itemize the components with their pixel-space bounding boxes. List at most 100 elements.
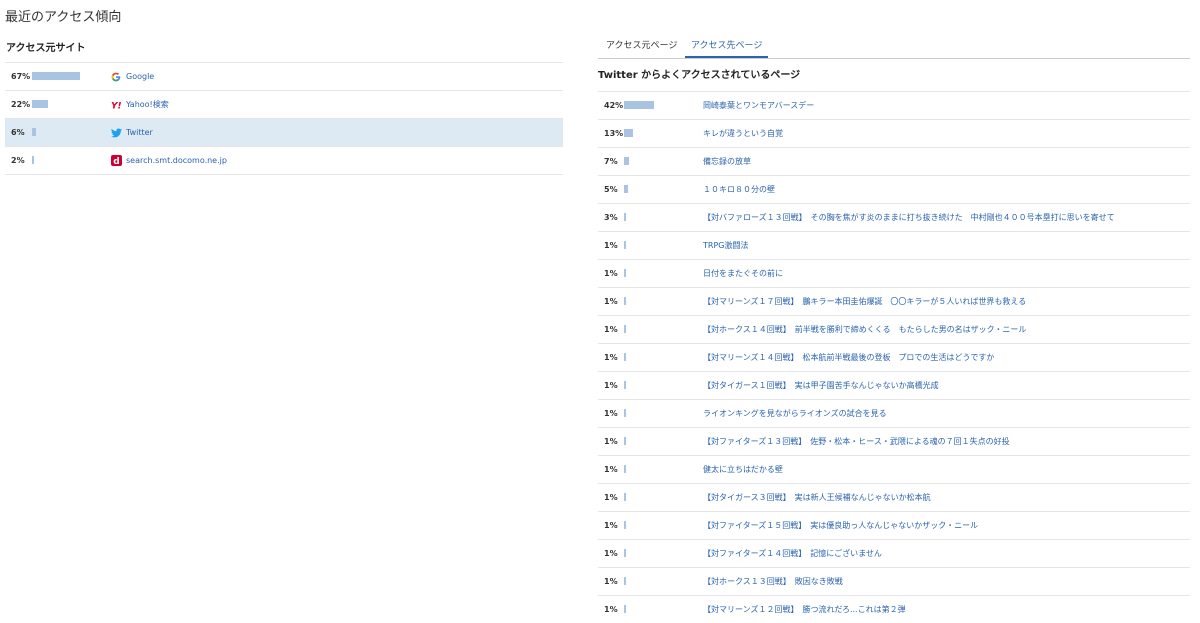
percent-label: 1% — [604, 353, 618, 362]
referrer-site-row[interactable]: 6% Twitter — [5, 118, 563, 146]
page-link[interactable]: ライオンキングを見ながらライオンズの試合を見る — [703, 400, 887, 427]
site-link[interactable]: Google — [110, 63, 154, 90]
destination-page-row: 1% 【対ホークス１３回戦】 敗因なき敗戦 — [598, 567, 1190, 595]
site-name: Twitter — [126, 128, 153, 137]
page-link[interactable]: 【対バファローズ１３回戦】 その胸を焦がす炎のままに打ち抜き続けた 中村剛也４０… — [703, 204, 1115, 231]
google-icon — [110, 71, 122, 83]
page-link[interactable]: 健太に立ちはだかる壁 — [703, 456, 783, 483]
site-name: search.smt.docomo.ne.jp — [126, 156, 227, 165]
percent-bar — [624, 521, 626, 529]
percent-bar — [624, 577, 626, 585]
site-link[interactable]: d search.smt.docomo.ne.jp — [110, 147, 227, 174]
page-link[interactable]: 【対マリーンズ１２回戦】 勝つ流れだろ...これは第２弾 — [703, 596, 906, 623]
destination-page-row: 1% ライオンキングを見ながらライオンズの試合を見る — [598, 399, 1190, 427]
percent-label: 1% — [604, 297, 618, 306]
destination-page-row: 1% 【対ファイターズ１３回戦】 佐野・松本・ヒース・武隈による魂の７回１失点の好… — [598, 427, 1190, 455]
percent-label: 1% — [604, 521, 618, 530]
percent-bar — [624, 409, 626, 417]
site-link[interactable]: Y! Yahoo!検索 — [110, 91, 169, 118]
percent-label: 3% — [604, 213, 618, 222]
page-link[interactable]: 備忘録の放草 — [703, 148, 751, 175]
destination-page-row: 1% TRPG激闘法 — [598, 231, 1190, 259]
page-link[interactable]: １０キロ８０分の壁 — [703, 176, 775, 203]
percent-bar — [624, 185, 628, 193]
page-link[interactable]: 【対ホークス１３回戦】 敗因なき敗戦 — [703, 568, 843, 595]
destination-page-row: 13% キレが違うという自覚 — [598, 119, 1190, 147]
page-link[interactable]: 【対ファイターズ１３回戦】 佐野・松本・ヒース・武隈による魂の７回１失点の好投 — [703, 428, 1010, 455]
percent-label: 6% — [11, 128, 25, 137]
referrer-site-row[interactable]: 22% Y! Yahoo!検索 — [5, 90, 563, 118]
tab-source-pages[interactable]: アクセス元ページ — [606, 36, 677, 57]
destination-page-row: 3% 【対バファローズ１３回戦】 その胸を焦がす炎のままに打ち抜き続けた 中村剛也… — [598, 203, 1190, 231]
page-link[interactable]: 【対マリーンズ１４回戦】 松本航前半戦最後の登板 プロでの生活はどうですか — [703, 344, 994, 371]
percent-label: 1% — [604, 605, 618, 614]
page-link[interactable]: 【対マリーンズ１７回戦】 鵬キラー本田圭佑爆誕 〇〇キラーが５人いれば世界も救え… — [703, 288, 1026, 315]
site-link[interactable]: Twitter — [110, 119, 153, 146]
percent-bar — [624, 325, 626, 333]
percent-label: 1% — [604, 241, 618, 250]
percent-bar — [624, 381, 626, 389]
percent-label: 5% — [604, 185, 618, 194]
percent-bar — [32, 100, 48, 108]
percent-bar — [624, 549, 626, 557]
percent-label: 22% — [11, 100, 31, 109]
docomo-icon: d — [110, 155, 122, 167]
referrer-sites-panel: アクセス元サイト 67% Google 22% Y! Yahoo!検索 6% Twitter… — [5, 36, 563, 175]
percent-bar — [624, 241, 626, 249]
page-link[interactable]: 【対タイガース１回戦】 実は甲子園苦手なんじゃないか高橋光成 — [703, 372, 939, 399]
destination-page-row: 7% 備忘録の放草 — [598, 147, 1190, 175]
percent-label: 2% — [11, 156, 25, 165]
percent-label: 67% — [11, 72, 31, 81]
percent-label: 1% — [604, 437, 618, 446]
percent-bar — [624, 353, 626, 361]
destination-pages-list: 42% 岡崎泰葉とワンモアバースデー 13% キレが違うという自覚 7% 備忘録の放草 5%… — [598, 91, 1190, 623]
site-name: Yahoo!検索 — [126, 100, 169, 109]
referrer-site-row[interactable]: 2% d search.smt.docomo.ne.jp — [5, 146, 563, 175]
percent-label: 42% — [604, 101, 624, 110]
percent-label: 1% — [604, 549, 618, 558]
page-link[interactable]: 【対タイガース３回戦】 実は新人王候補なんじゃないか松本航 — [703, 484, 931, 511]
destination-page-row: 1% 【対ホークス１４回戦】 前半戦を勝利で締めくくる もたらした男の名はザック・… — [598, 315, 1190, 343]
site-name: Google — [126, 72, 155, 81]
percent-label: 1% — [604, 381, 618, 390]
destination-page-row: 1% 日付をまたぐその前に — [598, 259, 1190, 287]
destination-pages-title: Twitter からよくアクセスされているページ — [598, 70, 801, 81]
page-link[interactable]: 【対ファイターズ１５回戦】 実は優良助っ人なんじゃないかザック・ニール — [703, 512, 978, 539]
percent-bar — [624, 269, 626, 277]
percent-bar — [624, 493, 626, 501]
percent-label: 1% — [604, 465, 618, 474]
percent-label: 1% — [604, 325, 618, 334]
svg-text:d: d — [113, 157, 119, 166]
page-title: 最近のアクセス傾向 — [5, 10, 122, 25]
destination-page-row: 1% 【対ファイターズ１４回戦】 記憶にございません — [598, 539, 1190, 567]
percent-label: 1% — [604, 269, 618, 278]
percent-label: 13% — [604, 129, 624, 138]
percent-bar — [32, 128, 36, 136]
page-link[interactable]: TRPG激闘法 — [703, 232, 748, 259]
tab-destination-pages[interactable]: アクセス先ページ — [685, 36, 769, 58]
page-link[interactable]: 【対ファイターズ１４回戦】 記憶にございません — [703, 540, 882, 567]
page-link[interactable]: 【対ホークス１４回戦】 前半戦を勝利で締めくくる もたらした男の名はザック・ニー… — [703, 316, 1026, 343]
percent-bar — [624, 297, 626, 305]
destination-page-row: 1% 【対マリーンズ１４回戦】 松本航前半戦最後の登板 プロでの生活はどうですか — [598, 343, 1190, 371]
page-link[interactable]: 日付をまたぐその前に — [703, 260, 783, 287]
destination-page-row: 1% 【対マリーンズ１７回戦】 鵬キラー本田圭佑爆誕 〇〇キラーが５人いれば世界も… — [598, 287, 1190, 315]
percent-label: 7% — [604, 157, 618, 166]
percent-bar — [624, 213, 626, 221]
referrer-sites-title: アクセス元サイト — [6, 43, 86, 54]
destination-page-row: 42% 岡崎泰葉とワンモアバースデー — [598, 91, 1190, 119]
percent-bar — [32, 72, 80, 80]
tab-bar: アクセス元ページ アクセス先ページ — [598, 36, 1190, 59]
percent-bar — [32, 156, 34, 164]
destination-page-row: 1% 【対タイガース３回戦】 実は新人王候補なんじゃないか松本航 — [598, 483, 1190, 511]
svg-text:Y!: Y! — [111, 101, 122, 110]
page-link[interactable]: キレが違うという自覚 — [703, 120, 783, 147]
yahoo-icon: Y! — [110, 99, 122, 111]
referrer-sites-list: 67% Google 22% Y! Yahoo!検索 6% Twitter 2% d search… — [5, 62, 563, 175]
page-link[interactable]: 岡崎泰葉とワンモアバースデー — [703, 92, 814, 119]
destination-page-row: 1% 【対ファイターズ１５回戦】 実は優良助っ人なんじゃないかザック・ニール — [598, 511, 1190, 539]
referrer-site-row[interactable]: 67% Google — [5, 62, 563, 90]
percent-bar — [624, 437, 626, 445]
percent-bar — [624, 129, 633, 137]
percent-label: 1% — [604, 493, 618, 502]
